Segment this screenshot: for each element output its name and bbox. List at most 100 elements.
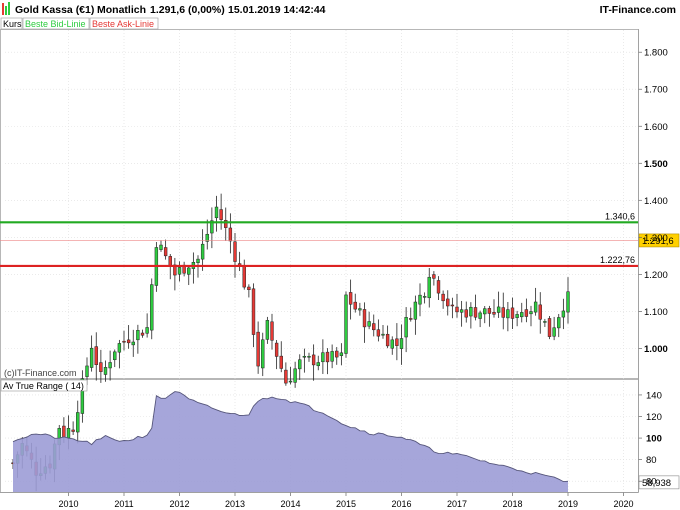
candle-body: [376, 329, 381, 337]
candle-body: [62, 425, 66, 438]
candle-body: [506, 309, 510, 319]
candle-body: [94, 346, 98, 365]
candle-body: [163, 247, 168, 257]
candle-body: [316, 362, 320, 367]
candle-body: [219, 209, 223, 220]
price-tick-label: 1.800: [644, 48, 668, 59]
instrument-name: Gold Kassa (€1): [15, 4, 94, 16]
candle-body: [89, 347, 94, 368]
legend-kurs: Kurs: [3, 19, 22, 29]
candle-body: [399, 338, 404, 349]
candle-body: [427, 276, 431, 299]
candle-body: [302, 355, 307, 358]
atr-tick-label: 140: [646, 390, 662, 401]
candle-body: [311, 354, 316, 366]
datetime-header: 15.01.2019 14:42:44: [228, 4, 326, 16]
candle-body: [436, 280, 441, 294]
chart-canvas: 1.340,61.222,761.291,6 58,938 2010 2011 20…: [0, 0, 680, 510]
candle-body: [256, 331, 260, 367]
candle-body: [455, 306, 459, 313]
x-tick-label: 2019: [558, 499, 578, 509]
candle-body: [450, 304, 455, 307]
candle-body: [483, 308, 487, 315]
x-tick-label: 2012: [169, 499, 189, 509]
candle-body: [136, 330, 140, 341]
candle-body: [85, 365, 89, 377]
candle-bullish: [150, 278, 154, 340]
candle-body: [214, 206, 219, 219]
x-tick-label: 2014: [280, 499, 300, 509]
candle-body: [344, 294, 348, 354]
candle-bullish: [344, 291, 348, 358]
atr-tick-label: 80: [646, 455, 657, 466]
candle-body: [353, 301, 357, 310]
candle-body: [404, 317, 408, 338]
candle-body: [117, 343, 122, 353]
x-tick-label: 2011: [114, 499, 133, 509]
watermark: (c)IT-Finance.com: [4, 368, 77, 378]
price-tick-label: 1.500: [644, 159, 668, 170]
candle-body: [390, 339, 394, 349]
x-tick-label: 2013: [225, 499, 245, 509]
candle-body: [251, 288, 256, 335]
candle-body: [418, 294, 422, 305]
candle-body: [108, 362, 112, 369]
last-price-header: 1.291,6 (0,00%): [150, 4, 225, 16]
candle-body: [265, 320, 270, 340]
candle-body: [122, 340, 126, 343]
price-tick-label: 1.300: [644, 233, 668, 244]
candle-body: [307, 355, 311, 358]
x-tick-label: 2015: [336, 499, 356, 509]
candle-body: [288, 380, 293, 383]
candle-body: [242, 266, 246, 288]
candle-body: [348, 292, 353, 305]
candle-body: [566, 291, 570, 313]
candle-body: [492, 311, 496, 315]
price-tick-label: 1.700: [644, 85, 668, 96]
brand-label: IT-Finance.com: [600, 4, 676, 16]
candle-body: [510, 307, 515, 319]
candle-body: [520, 312, 524, 318]
candle-body: [557, 317, 561, 329]
candle-body: [515, 314, 519, 318]
candle-body: [372, 323, 376, 331]
candle-body: [330, 351, 334, 362]
candle-body: [367, 321, 371, 327]
x-tick-label: 2017: [447, 499, 467, 509]
candle-body: [524, 309, 529, 317]
atr-title: Av True Range ( 14): [3, 381, 84, 391]
candle-body: [533, 301, 538, 313]
candle-body: [99, 362, 103, 372]
candle-body: [187, 267, 191, 275]
candle-body: [279, 355, 283, 369]
candle-body: [113, 351, 117, 361]
price-tick-label: 1.100: [644, 307, 668, 318]
atr-tick-label: 100: [646, 434, 662, 445]
candle-body: [131, 341, 135, 346]
candle-body: [501, 307, 505, 318]
price-tick-label: 1.200: [644, 270, 668, 281]
candle-body: [293, 368, 297, 383]
price-tick-label: 1.600: [644, 122, 668, 133]
candle-bearish: [547, 316, 552, 340]
legend-ask: Beste Ask-Linie: [92, 19, 154, 29]
candle-body: [339, 352, 344, 356]
price-tick-label: 1.400: [644, 196, 668, 207]
candle-body: [321, 352, 325, 363]
candle-body: [543, 321, 547, 323]
period-label: Monatlich: [97, 4, 146, 16]
candle-body: [126, 339, 131, 344]
candle-body: [413, 301, 418, 320]
candle-body: [71, 429, 75, 432]
candle-body: [150, 284, 154, 331]
candle-body: [381, 333, 385, 336]
candle-body: [159, 244, 163, 250]
candle-body: [432, 274, 436, 279]
legend-bid: Beste Bid-Linie: [25, 19, 86, 29]
candle-body: [261, 339, 265, 369]
candle-body: [529, 311, 533, 315]
candle-body: [446, 298, 450, 307]
candle-body: [441, 293, 445, 302]
candle-body: [395, 338, 399, 346]
candle-body: [233, 241, 237, 262]
